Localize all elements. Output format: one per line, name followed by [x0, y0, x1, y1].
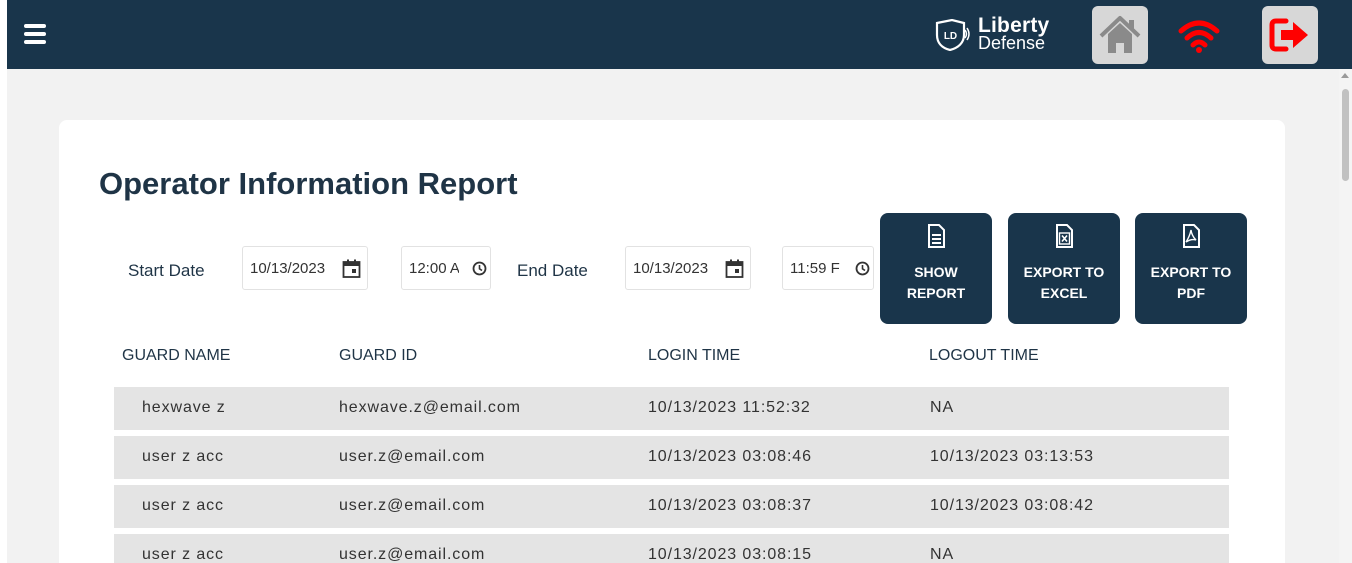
- hamburger-menu-icon[interactable]: [24, 24, 46, 44]
- calendar-icon[interactable]: [725, 259, 744, 278]
- start-time-value: 12:00 A: [409, 259, 459, 277]
- column-header-logout-time: LOGOUT TIME: [929, 347, 1039, 364]
- guard-id-cell: hexwave.z@email.com: [339, 399, 521, 416]
- logout-time-cell: 10/13/2023 03:08:42: [930, 497, 1094, 514]
- logout-time-cell: NA: [930, 399, 955, 416]
- table-row: hexwave z hexwave.z@email.com 10/13/2023…: [114, 387, 1229, 430]
- brand-subtitle: Defense: [978, 33, 1046, 53]
- table-row: user z acc user.z@email.com 10/13/2023 0…: [114, 436, 1229, 479]
- report-card: Operator Information Report Start Date 1…: [59, 120, 1285, 563]
- export-pdf-label: EXPORT TO PDF: [1150, 264, 1232, 301]
- start-date-input[interactable]: 10/13/2023: [242, 246, 368, 290]
- start-time-input[interactable]: 12:00 A: [401, 246, 491, 290]
- guard-id-cell: user.z@email.com: [339, 497, 486, 514]
- wifi-icon[interactable]: [1177, 18, 1221, 54]
- scrollbar-thumb[interactable]: [1342, 89, 1349, 181]
- end-date-value: 10/13/2023: [633, 259, 709, 277]
- clock-icon[interactable]: [855, 261, 870, 276]
- logout-time-cell: NA: [930, 546, 955, 563]
- guard-name-cell: user z acc: [142, 546, 224, 563]
- login-time-cell: 10/13/2023 03:08:15: [648, 546, 812, 563]
- login-time-cell: 10/13/2023 03:08:37: [648, 497, 812, 514]
- guard-name-cell: hexwave z: [142, 399, 226, 416]
- top-navigation-bar: LD Liberty Defense: [7, 0, 1352, 69]
- shield-logo-icon: LD: [935, 19, 970, 51]
- table-row: user z acc user.z@email.com 10/13/2023 0…: [114, 534, 1229, 563]
- excel-file-icon: [1056, 224, 1073, 248]
- column-header-guard-id: GUARD ID: [339, 347, 418, 364]
- brand-name: Liberty: [978, 14, 1050, 37]
- page-title: Operator Information Report: [99, 166, 518, 201]
- guard-id-cell: user.z@email.com: [339, 448, 486, 465]
- start-date-label: Start Date: [128, 261, 205, 280]
- column-header-login-time: LOGIN TIME: [648, 347, 741, 364]
- logout-button[interactable]: [1262, 6, 1318, 64]
- logout-icon: [1269, 18, 1308, 52]
- table-row: user z acc user.z@email.com 10/13/2023 0…: [114, 485, 1229, 528]
- login-time-cell: 10/13/2023 11:52:32: [648, 399, 811, 416]
- app-window: LD Liberty Defense Operator Information …: [7, 0, 1352, 563]
- home-button[interactable]: [1092, 6, 1148, 64]
- clock-icon[interactable]: [472, 261, 487, 276]
- end-date-input[interactable]: 10/13/2023: [625, 246, 751, 290]
- column-header-guard-name: GUARD NAME: [122, 347, 231, 364]
- show-report-button[interactable]: SHOW REPORT: [880, 213, 992, 324]
- svg-text:LD: LD: [944, 31, 957, 42]
- export-pdf-button[interactable]: EXPORT TO PDF: [1135, 213, 1247, 324]
- login-time-cell: 10/13/2023 03:08:46: [648, 448, 812, 465]
- guard-name-cell: user z acc: [142, 448, 224, 465]
- end-time-input[interactable]: 11:59 F: [782, 246, 874, 290]
- end-time-value: 11:59 F: [790, 259, 840, 277]
- liberty-defense-logo: LD Liberty Defense: [934, 14, 1074, 55]
- document-icon: [928, 224, 945, 248]
- export-excel-label: EXPORT TO EXCEL: [1023, 264, 1105, 301]
- show-report-label: SHOW REPORT: [906, 264, 966, 301]
- vertical-scrollbar[interactable]: [1339, 69, 1352, 563]
- start-date-value: 10/13/2023: [250, 259, 326, 277]
- guard-name-cell: user z acc: [142, 497, 224, 514]
- window-edge: [0, 0, 7, 563]
- export-excel-button[interactable]: EXPORT TO EXCEL: [1008, 213, 1120, 324]
- calendar-icon[interactable]: [342, 259, 361, 278]
- guard-id-cell: user.z@email.com: [339, 546, 486, 563]
- pdf-file-icon: [1183, 224, 1200, 248]
- end-date-label: End Date: [517, 261, 588, 280]
- home-icon: [1099, 16, 1141, 53]
- scroll-up-arrow-icon[interactable]: [1341, 73, 1349, 78]
- logout-time-cell: 10/13/2023 03:13:53: [930, 448, 1094, 465]
